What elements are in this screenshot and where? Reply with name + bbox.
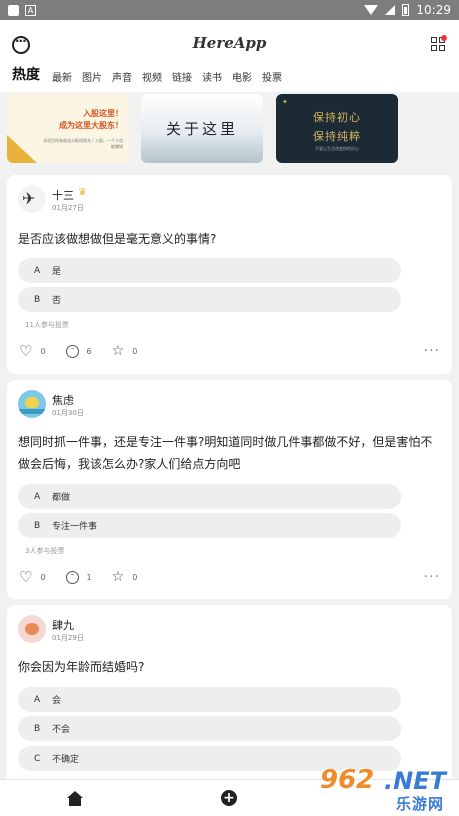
vote-option-label: 是 xyxy=(52,267,62,277)
tab-links[interactable]: 链接 xyxy=(172,69,192,84)
banner-decoration xyxy=(7,135,37,163)
vote-option[interactable]: A 会 xyxy=(18,687,401,712)
user-name[interactable]: 肆九 xyxy=(52,617,74,633)
like-count: 0 xyxy=(40,572,46,582)
tab-latest[interactable]: 最新 xyxy=(52,69,72,84)
tab-movies[interactable]: 电影 xyxy=(232,69,252,84)
post-date: 01月27日 xyxy=(52,204,84,212)
bird-avatar-icon: ✈ xyxy=(22,189,36,208)
avatar[interactable] xyxy=(18,615,46,643)
favorite-count: 0 xyxy=(132,346,138,356)
star-decoration-icon: ✦ xyxy=(282,98,288,106)
heart-icon: ♡ xyxy=(19,342,33,360)
status-time: 10:29 xyxy=(416,3,451,17)
vote-option[interactable]: A 是 xyxy=(18,258,401,283)
banner-invest-caption: 本项目所有收益分配给股东 / 入股、一个人也能赚钱 xyxy=(43,138,123,149)
comment-button[interactable]: ··· 6 xyxy=(65,344,92,358)
vote-option-label: 不确定 xyxy=(52,755,80,765)
post-card[interactable]: 焦虑 01月30日 想同时抓一件事，还是专注一件事?明知道同时做几件事都做不好，… xyxy=(7,380,452,599)
battery-icon xyxy=(402,4,410,16)
app-title: HereApp xyxy=(192,34,267,52)
user-name[interactable]: 焦虑 xyxy=(52,392,74,408)
like-count: 0 xyxy=(40,346,46,356)
banner-about[interactable]: 关于这里 xyxy=(141,94,263,163)
like-button[interactable]: ♡ 0 xyxy=(19,342,46,360)
avatar[interactable]: ✈ xyxy=(18,185,46,213)
vote-option[interactable]: B 专注一件事 xyxy=(18,513,401,538)
status-bar: A 10:29 xyxy=(0,0,459,20)
vote-count: 11人参与投票 xyxy=(25,321,69,329)
comment-button[interactable]: ··· 1 xyxy=(65,570,92,584)
wifi-icon xyxy=(364,5,379,15)
like-button[interactable]: ♡ 0 xyxy=(19,568,46,586)
app-notification-icon: A xyxy=(25,4,36,16)
comment-count: 1 xyxy=(86,572,92,582)
post-question[interactable]: 想同时抓一件事，还是专注一件事?明知道同时做几件事都做不好，但是害怕不做会后悔，… xyxy=(18,431,441,475)
more-options-icon[interactable]: ··· xyxy=(424,569,440,585)
top-bar: HereApp 热度 最新 图片 声音 视频 链接 读书 电影 投票 xyxy=(0,20,459,92)
vote-option-label: 不会 xyxy=(52,725,71,735)
bird-avatar-icon xyxy=(25,623,39,635)
banner-motto-caption: 不要让生活改变你的初心 xyxy=(315,146,359,151)
category-tabs: 热度 最新 图片 声音 视频 链接 读书 电影 投票 xyxy=(12,64,282,84)
post-date: 01月29日 xyxy=(52,634,84,642)
post-actions: ♡ 0 ··· 6 ☆ 0 ··· xyxy=(19,343,440,359)
post-question[interactable]: 你会因为年龄而结婚吗? xyxy=(18,656,441,678)
tab-books[interactable]: 读书 xyxy=(202,69,222,84)
banner-motto[interactable]: ✦ 保持初心 保持纯粹 不要让生活改变你的初心 xyxy=(276,94,398,163)
vote-option-label: 会 xyxy=(52,696,62,706)
post-question[interactable]: 是否应该做想做但是毫无意义的事情? xyxy=(18,228,441,250)
tab-video[interactable]: 视频 xyxy=(142,69,162,84)
add-post-icon[interactable]: + xyxy=(221,790,237,806)
tab-images[interactable]: 图片 xyxy=(82,69,102,84)
tab-vote[interactable]: 投票 xyxy=(262,69,282,84)
favorite-button[interactable]: ☆ 0 xyxy=(112,344,138,358)
post-actions: ♡ 0 ··· 1 ☆ 0 ··· xyxy=(19,569,440,585)
tab-audio[interactable]: 声音 xyxy=(112,69,132,84)
vote-option-label: 专注一件事 xyxy=(52,522,98,532)
more-options-icon[interactable]: ··· xyxy=(424,343,440,359)
tab-hot[interactable]: 热度 xyxy=(12,64,40,84)
star-icon: ☆ xyxy=(111,569,125,585)
post-card[interactable]: 肆九 01月29日 你会因为年龄而结婚吗? A 会 B 不会 C 不确定 xyxy=(7,605,452,785)
post-card[interactable]: ✈ 十三 ♛ 01月27日 是否应该做想做但是毫无意义的事情? A 是 B 否 … xyxy=(7,175,452,374)
banner-invest[interactable]: 入股这里！ 成为这里大股东！ 本项目所有收益分配给股东 / 入股、一个人也能赚钱 xyxy=(7,94,129,163)
watermark-logo: 962 .NET 乐游网 xyxy=(320,765,446,813)
favorite-count: 0 xyxy=(132,572,138,582)
post-date: 01月30日 xyxy=(52,409,84,417)
notification-icon xyxy=(8,4,19,16)
home-icon[interactable] xyxy=(67,791,83,807)
vote-option[interactable]: B 不会 xyxy=(18,716,401,741)
heart-icon: ♡ xyxy=(19,568,33,586)
vote-option[interactable]: A 都做 xyxy=(18,484,401,509)
vote-option-label: 否 xyxy=(52,296,62,306)
user-name[interactable]: 十三 xyxy=(52,187,74,203)
vote-option[interactable]: B 否 xyxy=(18,287,401,312)
signal-icon xyxy=(385,5,396,15)
vote-count: 3人参与投票 xyxy=(25,547,65,555)
comment-icon: ··· xyxy=(65,570,79,584)
banner-about-title: 关于这里 xyxy=(165,120,238,138)
star-icon: ☆ xyxy=(111,343,125,359)
comment-count: 6 xyxy=(86,346,92,356)
notification-dot xyxy=(441,35,447,41)
favorite-button[interactable]: ☆ 0 xyxy=(112,570,138,584)
banner-motto-title: 保持初心 保持纯粹 xyxy=(313,111,361,143)
comment-icon: ··· xyxy=(65,344,79,358)
duck-avatar-icon xyxy=(25,397,39,408)
banner-invest-title: 入股这里！ 成为这里大股东！ xyxy=(59,109,123,130)
banner-carousel: 入股这里！ 成为这里大股东！ 本项目所有收益分配给股东 / 入股、一个人也能赚钱… xyxy=(0,92,459,166)
avatar[interactable] xyxy=(18,390,46,418)
crown-icon: ♛ xyxy=(78,187,87,198)
vote-option-label: 都做 xyxy=(52,493,71,503)
